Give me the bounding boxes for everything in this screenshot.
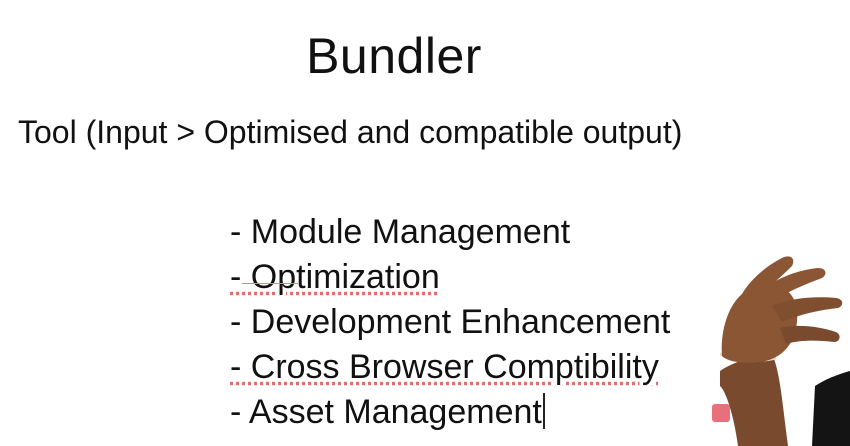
bullet-text: - Optimization xyxy=(230,258,440,296)
bullet-text: - Development Enhancement xyxy=(230,303,671,341)
bullet-item-development-enhancement[interactable]: - Development Enhancement xyxy=(230,300,670,345)
text-cursor xyxy=(542,393,545,429)
spellcheck-mark xyxy=(242,283,298,284)
presentation-slide: Bundler Tool (Input > Optimised and comp… xyxy=(0,0,850,446)
bullet-item-module-management[interactable]: - Module Management xyxy=(230,210,670,255)
bullet-list: - Module Management - Optimization - Dev… xyxy=(230,210,670,435)
bullet-item-asset-management[interactable]: - Asset Management xyxy=(230,390,670,435)
bullet-item-cross-browser[interactable]: - Cross Browser Comptibility xyxy=(230,345,670,390)
slide-subtitle: Tool (Input > Optimised and compatible o… xyxy=(18,114,683,150)
presenter-hand-image xyxy=(720,256,850,446)
bullet-text: - Module Management xyxy=(230,213,571,251)
bullet-item-optimization[interactable]: - Optimization xyxy=(230,255,670,300)
bullet-text: - Cross Browser Comptibility xyxy=(230,348,659,386)
bullet-text: - Asset Management xyxy=(230,393,542,431)
slide-title: Bundler xyxy=(306,28,482,84)
